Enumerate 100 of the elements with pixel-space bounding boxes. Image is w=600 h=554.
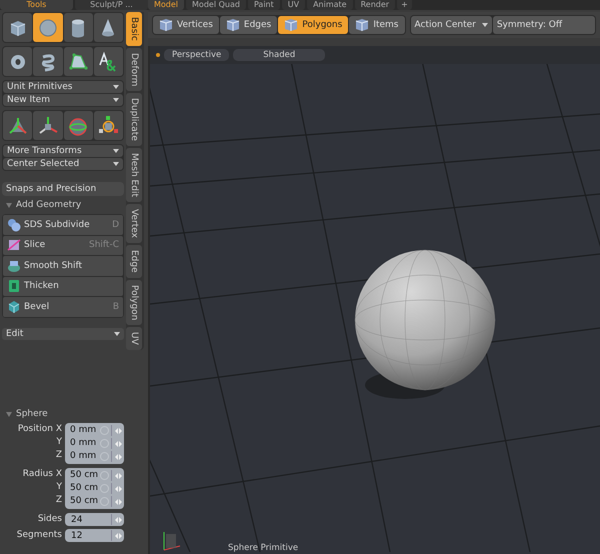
- field-label: Segments: [16, 529, 62, 542]
- tool-button[interactable]: [94, 13, 123, 42]
- field-label: Radius X: [22, 468, 62, 481]
- caret-icon: [113, 85, 119, 89]
- selection-mode-button[interactable]: Polygons: [278, 16, 348, 34]
- layout-tab[interactable]: Model: [148, 0, 184, 10]
- stepper-arrows-icon[interactable]: [111, 496, 124, 507]
- caret-icon: [482, 23, 488, 27]
- field-label: Position X: [18, 423, 62, 436]
- cube-icon: [355, 18, 370, 32]
- selection-mode-button[interactable]: Items: [349, 16, 404, 34]
- section-title: Add Geometry: [16, 200, 82, 210]
- stepper-arrows-icon[interactable]: [111, 451, 124, 462]
- layout-tab[interactable]: Render: [354, 0, 396, 10]
- tool-button[interactable]: [64, 47, 93, 76]
- input-field[interactable]: 50 cm: [65, 469, 100, 482]
- stepper-arrows-icon[interactable]: [111, 483, 124, 494]
- vertical-tab[interactable]: Vertex: [126, 204, 142, 244]
- polygon-pen-icon: [70, 52, 88, 70]
- field-label: Y: [56, 436, 62, 449]
- tool-button[interactable]: [94, 47, 123, 76]
- field-label: Y: [56, 481, 62, 494]
- view-dropdown[interactable]: Perspective: [164, 49, 230, 61]
- section-title: Sphere: [16, 409, 48, 419]
- cylinder-icon: [72, 19, 84, 37]
- panel-tab[interactable]: Sculpt/P ...: [75, 0, 148, 10]
- stepper-arrows-icon[interactable]: [111, 470, 124, 481]
- stepper-arrows-icon[interactable]: [111, 425, 124, 436]
- caret-icon: [113, 149, 119, 153]
- layout-tab[interactable]: Animate: [307, 0, 353, 10]
- cube-icon: [226, 18, 240, 32]
- vertical-tab[interactable]: Basic: [126, 12, 142, 46]
- caret-icon: [113, 162, 119, 166]
- thicken-icon: [9, 280, 19, 292]
- input-field[interactable]: 50 cm: [65, 482, 100, 495]
- bevel-icon: [8, 300, 20, 314]
- rotate-gizmo-icon: [69, 118, 87, 136]
- tool-button[interactable]: [64, 111, 93, 140]
- cube-icon: [159, 18, 173, 32]
- stepper-arrows-icon[interactable]: [111, 438, 124, 449]
- caret-icon: [113, 98, 119, 102]
- dropdown[interactable]: More Transforms: [3, 145, 123, 157]
- cube-icon: [284, 18, 298, 32]
- input-field[interactable]: 0 mm: [65, 437, 100, 450]
- input-field[interactable]: 0 mm: [65, 424, 100, 437]
- cone-icon: [102, 18, 114, 36]
- layout-tab[interactable]: Paint: [248, 0, 280, 10]
- tool-list-item[interactable]: Thicken: [3, 276, 123, 296]
- input-field[interactable]: 50 cm: [65, 495, 100, 508]
- field-label: Z: [56, 494, 62, 507]
- vertical-tab[interactable]: Polygon: [126, 280, 142, 326]
- torus-icon: [10, 54, 25, 68]
- dropdown[interactable]: Unit Primitives: [3, 81, 123, 93]
- dropdown[interactable]: Action Center: [410, 16, 492, 34]
- tool-list-item[interactable]: SDS Subdivide D: [3, 215, 123, 234]
- tool-button[interactable]: [3, 47, 32, 76]
- snaps-button[interactable]: Snaps and Precision: [2, 182, 124, 196]
- tool-list-item[interactable]: Smooth Shift: [3, 256, 123, 276]
- vertical-tab[interactable]: Duplicate: [126, 93, 142, 146]
- shading-dropdown[interactable]: Shaded: [233, 49, 326, 61]
- dropdown[interactable]: Edit: [2, 328, 124, 340]
- collapse-triangle-icon[interactable]: [6, 412, 12, 416]
- caret-icon: [114, 332, 120, 336]
- slice-icon: [8, 240, 20, 251]
- dropdown[interactable]: Symmetry: Off: [492, 16, 595, 34]
- layout-tab[interactable]: UV: [282, 0, 306, 10]
- tool-button[interactable]: [3, 111, 32, 140]
- tool-list-item[interactable]: Bevel B: [3, 297, 123, 316]
- move-gizmo-icon: [8, 116, 27, 134]
- input-field[interactable]: 0 mm: [65, 450, 100, 463]
- selection-mode-button[interactable]: Vertices: [153, 16, 219, 34]
- vertical-tab[interactable]: Deform: [126, 48, 142, 92]
- subdivide-icon: [8, 218, 20, 232]
- smooth-shift-icon: [8, 260, 20, 272]
- tool-list-item[interactable]: Slice Shift-C: [3, 236, 123, 255]
- input-field[interactable]: 12: [65, 529, 124, 542]
- vertical-tab[interactable]: Mesh Edit: [126, 148, 142, 202]
- axis-gizmo-icon: [39, 116, 58, 134]
- vertical-tab[interactable]: Edge: [126, 245, 142, 278]
- cube-icon: [10, 20, 26, 36]
- tool-button[interactable]: [3, 13, 32, 42]
- text-tool-icon: [100, 51, 116, 72]
- status-dot-icon: [156, 53, 160, 57]
- tool-button[interactable]: [64, 13, 93, 42]
- status-text: Sphere Primitive: [228, 543, 298, 553]
- dropdown[interactable]: Center Selected: [3, 158, 123, 170]
- selection-mode-button[interactable]: Edges: [220, 16, 278, 34]
- collapse-triangle-icon[interactable]: [6, 202, 12, 208]
- dropdown[interactable]: New Item: [3, 94, 123, 106]
- spiral-icon: [42, 54, 54, 71]
- field-label: Z: [56, 449, 62, 462]
- scale-gizmo-icon: [99, 116, 118, 132]
- field-label: Sides: [38, 513, 62, 526]
- vertical-tab[interactable]: UV: [126, 327, 142, 350]
- panel-tab[interactable]: Tools: [0, 0, 73, 10]
- tool-button[interactable]: [94, 111, 123, 140]
- layout-tab[interactable]: Model Quad: [186, 0, 246, 10]
- input-field[interactable]: 24: [65, 513, 124, 526]
- add-tab-button[interactable]: +: [397, 0, 412, 10]
- sphere-icon: [39, 19, 56, 36]
